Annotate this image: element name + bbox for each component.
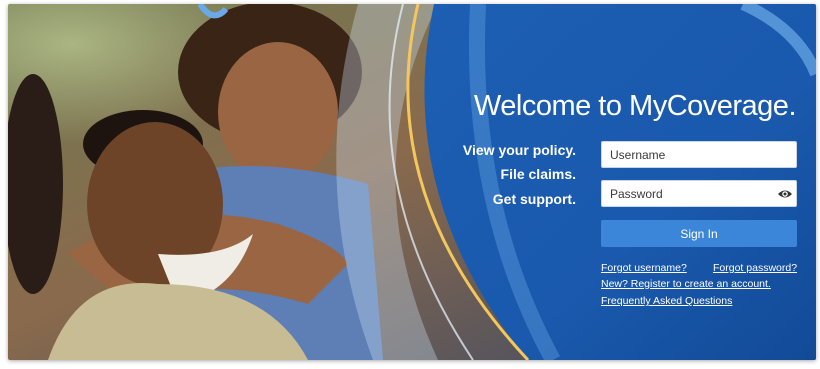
eye-icon[interactable] <box>777 186 793 202</box>
password-input[interactable] <box>602 181 780 206</box>
username-input[interactable] <box>602 142 780 167</box>
forgot-username-link[interactable]: Forgot username? <box>601 262 687 274</box>
faq-link[interactable]: Frequently Asked Questions <box>601 295 732 307</box>
password-field <box>601 180 797 207</box>
welcome-title: Welcome to MyCoverage. <box>473 90 797 122</box>
sign-in-button[interactable]: Sign In <box>601 220 797 247</box>
page: Welcome to MyCoverage. View your policy.… <box>0 0 820 369</box>
tagline-view-policy: View your policy. <box>462 142 576 158</box>
register-link[interactable]: New? Register to create an account. <box>601 278 771 290</box>
tagline-file-claims: File claims. <box>500 166 576 182</box>
tagline-get-support: Get support. <box>492 191 576 207</box>
forgot-password-link[interactable]: Forgot password? <box>713 262 797 274</box>
hero-banner: Welcome to MyCoverage. View your policy.… <box>8 4 816 360</box>
username-field <box>601 141 797 168</box>
